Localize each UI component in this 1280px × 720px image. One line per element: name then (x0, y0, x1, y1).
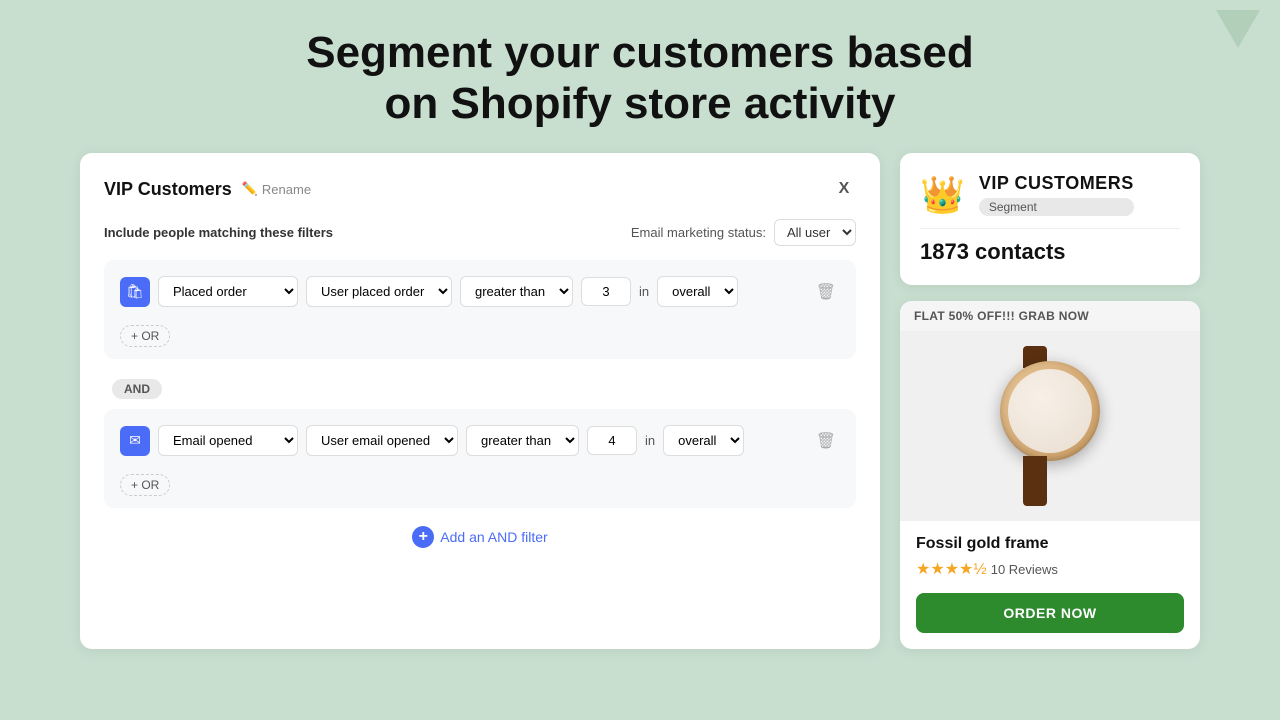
segment-editor-panel: VIP Customers ✏️ Rename X Include people… (80, 153, 880, 649)
rename-button[interactable]: ✏️ Rename (242, 181, 311, 197)
trash-icon-2: 🗑 (816, 433, 836, 450)
product-info: Fossil gold frame ★★★★½ 10 Reviews ORDER… (900, 521, 1200, 649)
email-status-label: Email marketing status: (631, 225, 766, 240)
page-header: Segment your customers based on Shopify … (0, 0, 1280, 153)
operator-select-1[interactable]: greater than (460, 276, 573, 307)
email-status-row: Email marketing status: All user (631, 219, 856, 246)
vip-header: 👑 VIP CUSTOMERS Segment (920, 173, 1180, 216)
product-image-area (900, 331, 1200, 521)
star-rating: ★★★★½ (916, 559, 987, 579)
contacts-count: 1873 contacts (920, 239, 1066, 264)
event-type-select-1[interactable]: Placed order (158, 276, 298, 307)
reviews-count: 10 Reviews (991, 562, 1058, 577)
product-name: Fossil gold frame (916, 535, 1184, 553)
value-input-1[interactable] (581, 277, 631, 306)
right-panel: 👑 VIP CUSTOMERS Segment 1873 contacts FL… (900, 153, 1200, 649)
condition-select-2[interactable]: User email opened (306, 425, 458, 456)
in-label-1: in (639, 284, 649, 299)
order-now-button[interactable]: ORDER NOW (916, 593, 1184, 633)
main-container: VIP Customers ✏️ Rename X Include people… (0, 153, 1280, 649)
add-and-filter-button[interactable]: + Add an AND filter (104, 526, 856, 548)
and-badge: AND (112, 379, 162, 399)
pencil-icon: ✏️ (242, 181, 258, 197)
watch-illustration (985, 346, 1115, 506)
delete-filter-2-button[interactable]: 🗑 (812, 427, 840, 455)
segment-name: VIP Customers (104, 179, 232, 200)
trash-icon-1: 🗑 (816, 284, 836, 301)
vip-divider (920, 228, 1180, 229)
delete-filter-1-button[interactable]: 🗑 (812, 278, 840, 306)
product-card: FLAT 50% OFF!!! GRAB NOW Fossil gold fra… (900, 301, 1200, 649)
vip-customers-card: 👑 VIP CUSTOMERS Segment 1873 contacts (900, 153, 1200, 285)
value-input-2[interactable] (587, 426, 637, 455)
promo-banner: FLAT 50% OFF!!! GRAB NOW (900, 301, 1200, 331)
filter-block-2: ✉ Email opened User email opened greater… (104, 409, 856, 508)
vip-title-area: VIP CUSTOMERS Segment (979, 173, 1134, 216)
email-status-select[interactable]: All user (774, 219, 856, 246)
scope-select-2[interactable]: overall (663, 425, 744, 456)
page-title: Segment your customers based on Shopify … (0, 28, 1280, 129)
decorative-triangle (1216, 10, 1260, 48)
filter-section-label: Include people matching these filters (104, 225, 333, 240)
filter-row-1: 🛍 Placed order User placed order greater… (120, 276, 840, 307)
filter-block-1: 🛍 Placed order User placed order greater… (104, 260, 856, 359)
panel-title-row: VIP Customers ✏️ Rename X (104, 177, 856, 201)
close-button[interactable]: X (832, 177, 856, 201)
in-label-2: in (645, 433, 655, 448)
email-opened-icon: ✉ (120, 426, 150, 456)
or-button-1[interactable]: + OR (120, 325, 170, 347)
scope-select-1[interactable]: overall (657, 276, 738, 307)
condition-select-1[interactable]: User placed order (306, 276, 452, 307)
vip-title: VIP CUSTOMERS (979, 173, 1134, 194)
filter-row-2: ✉ Email opened User email opened greater… (120, 425, 840, 456)
stars-row: ★★★★½ 10 Reviews (916, 559, 1184, 579)
segment-badge: Segment (979, 198, 1134, 216)
plus-icon: + (412, 526, 434, 548)
placed-order-icon: 🛍 (120, 277, 150, 307)
crown-icon: 👑 (920, 174, 965, 216)
operator-select-2[interactable]: greater than (466, 425, 579, 456)
filter-header: Include people matching these filters Em… (104, 219, 856, 246)
or-button-2[interactable]: + OR (120, 474, 170, 496)
event-type-select-2[interactable]: Email opened (158, 425, 298, 456)
